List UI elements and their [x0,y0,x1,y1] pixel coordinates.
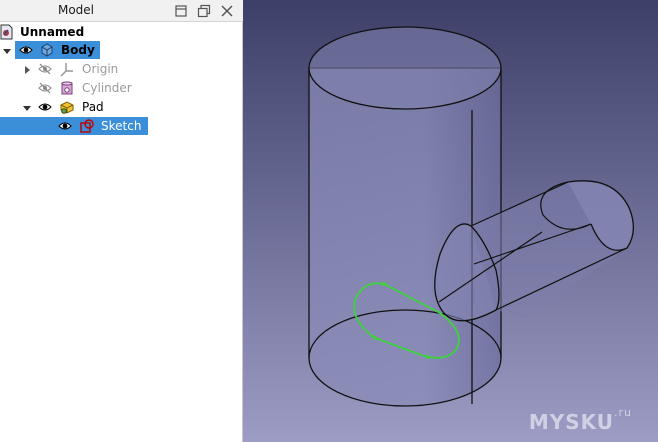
tree-item-document[interactable]: Unnamed [0,23,243,41]
expand-arrow-icon[interactable] [22,64,32,74]
sketch-vertex[interactable] [382,282,386,286]
3d-viewport[interactable]: MYSKU.ru [243,0,658,442]
document-icon [0,24,14,40]
visibility-eye-icon[interactable] [38,100,52,114]
viewport-canvas[interactable] [243,0,658,442]
collapse-arrow-icon[interactable] [2,45,12,55]
sketch-icon [79,118,95,134]
panel-titlebar: Model [0,0,243,22]
cylinder-icon [59,80,75,96]
panel-title: Model [57,3,95,17]
tree-item-cylinder[interactable]: Cylinder [0,79,243,97]
collapse-arrow-icon[interactable] [22,102,32,112]
origin-axes-icon [59,61,75,77]
restore-panel-button[interactable] [173,3,189,19]
pad-icon [59,99,75,115]
sketch-vertex[interactable] [373,336,377,340]
pad-label: Pad [82,100,104,114]
close-panel-button[interactable] [219,3,235,19]
visibility-eye-icon[interactable] [58,119,72,133]
tree-item-pad[interactable]: Pad [0,98,243,116]
document-label: Unnamed [20,25,85,39]
body-icon [39,42,55,58]
model-tree-panel: Model Unnamed Body Origin Cylinder Pad S… [0,0,243,442]
cylinder-label: Cylinder [82,81,132,95]
float-icon [197,4,211,18]
restore-icon [175,5,187,17]
close-icon [221,5,233,17]
visibility-eye-icon[interactable] [19,43,33,57]
hidden-eye-icon[interactable] [38,62,52,76]
body-label: Body [61,43,95,57]
sketch-label: Sketch [101,119,142,133]
origin-label: Origin [82,62,119,76]
watermark: MYSKU.ru [528,406,632,434]
tree-item-body[interactable]: Body [0,41,243,59]
hidden-eye-icon[interactable] [38,81,52,95]
float-panel-button[interactable] [196,3,212,19]
tree-item-origin[interactable]: Origin [0,60,243,78]
sketch-vertex[interactable] [426,355,430,359]
tree-item-sketch[interactable]: Sketch [0,117,243,135]
